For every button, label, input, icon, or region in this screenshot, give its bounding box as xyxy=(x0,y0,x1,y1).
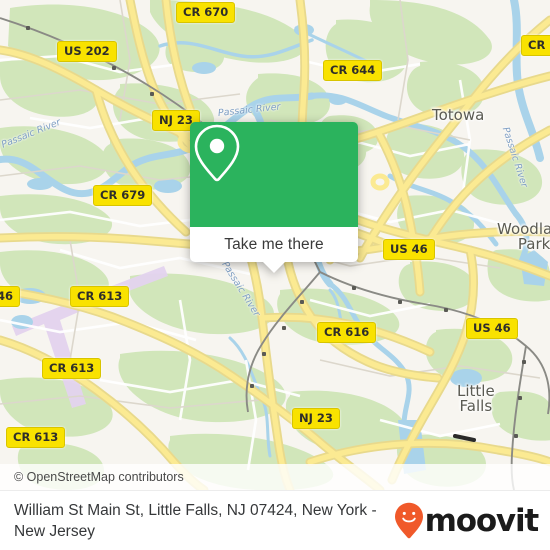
highway-shield[interactable]: CR 616 xyxy=(317,322,377,343)
take-me-there-label: Take me there xyxy=(224,235,324,253)
callout-header xyxy=(190,122,358,227)
highway-shield[interactable]: US 46 xyxy=(466,318,518,339)
moovit-logo[interactable]: moovit xyxy=(394,502,550,540)
highway-shield[interactable]: NJ 23 xyxy=(292,408,340,429)
highway-shield[interactable]: CR 6 xyxy=(521,35,550,56)
attribution-text: © OpenStreetMap contributors xyxy=(14,470,184,484)
map-pin-icon xyxy=(194,124,240,182)
highway-shield[interactable]: 46 xyxy=(0,286,21,307)
location-callout-card[interactable]: Take me there xyxy=(190,122,358,273)
callout-pointer xyxy=(263,262,285,273)
map-screenshot: Totowa Woodland Park Little Falls Passai… xyxy=(0,0,550,550)
take-me-there-button[interactable]: Take me there xyxy=(190,227,358,262)
moovit-smile-pin-icon xyxy=(394,502,423,539)
moovit-wordmark: moovit xyxy=(424,503,540,539)
footer-bar: William St Main St, Little Falls, NJ 074… xyxy=(0,490,550,550)
highway-shield[interactable]: CR 644 xyxy=(323,60,383,81)
highway-shield[interactable]: US 46 xyxy=(383,239,435,260)
map-attribution: © OpenStreetMap contributors xyxy=(0,464,550,490)
highway-shield[interactable]: US 202 xyxy=(57,41,117,62)
highway-shield[interactable]: CR 679 xyxy=(93,185,153,206)
highway-shield[interactable]: CR 670 xyxy=(176,2,236,23)
address-text: William St Main St, Little Falls, NJ 074… xyxy=(14,502,377,540)
highway-shield[interactable]: CR 613 xyxy=(70,286,130,307)
map-canvas[interactable]: Totowa Woodland Park Little Falls Passai… xyxy=(0,0,550,490)
highway-shield[interactable]: CR 613 xyxy=(42,358,102,379)
highway-shield[interactable]: CR 613 xyxy=(6,427,66,448)
